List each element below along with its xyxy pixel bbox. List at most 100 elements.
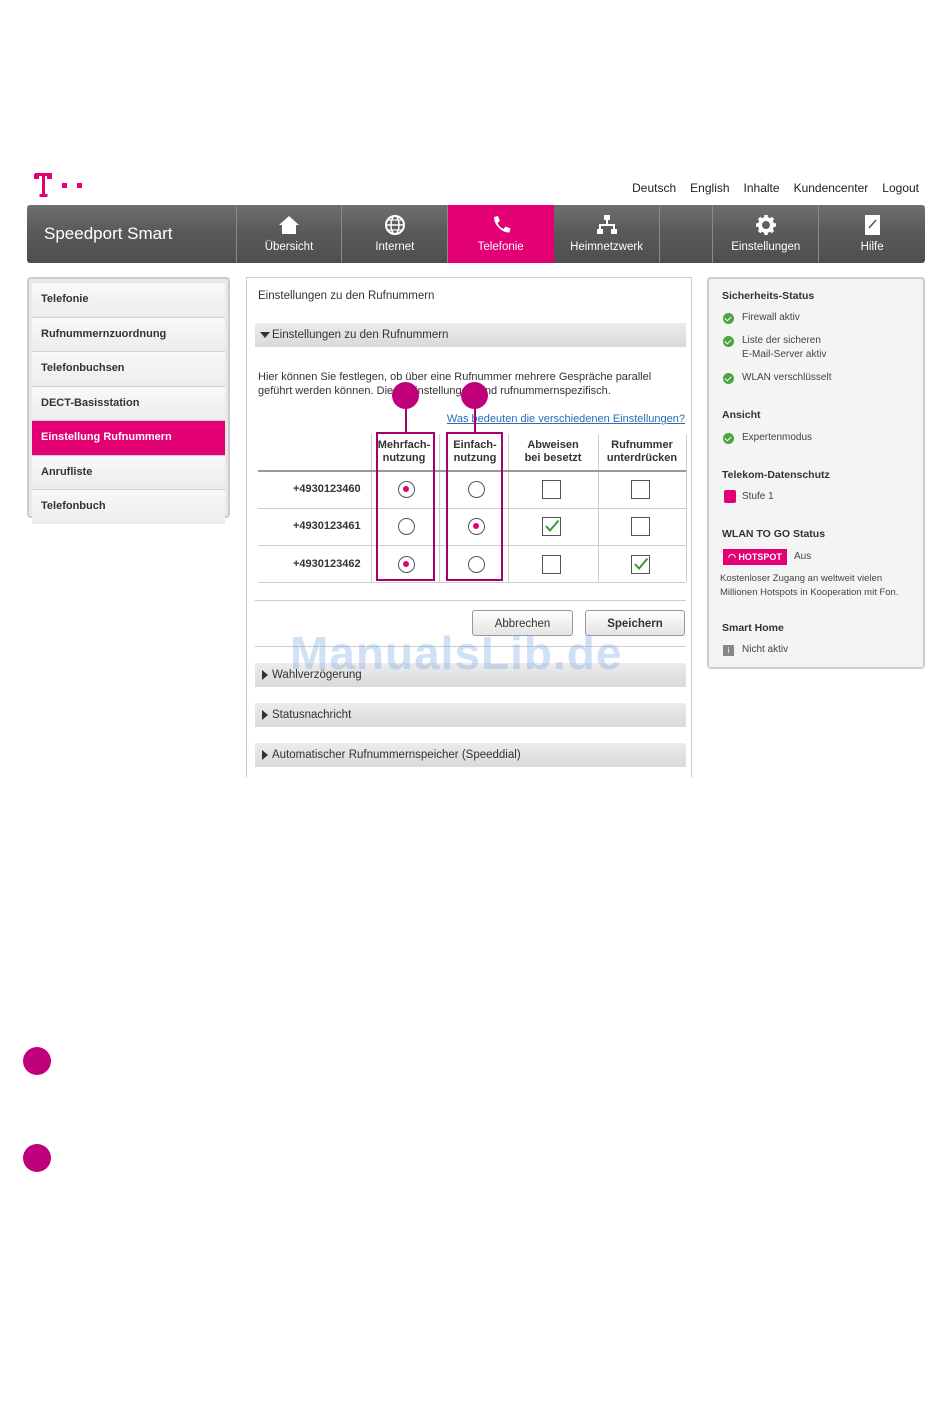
page-title: Einstellungen zu den Rufnummern xyxy=(258,290,435,302)
status-panel: Sicherheits-Status Firewall aktiv Liste … xyxy=(707,277,925,669)
link-logout[interactable]: Logout xyxy=(882,181,919,195)
nav-uebersicht[interactable]: Übersicht xyxy=(237,205,343,263)
sidebar-item-rufnummernzuordnung[interactable]: Rufnummernzuordnung xyxy=(32,317,225,352)
callout-marker-1 xyxy=(392,382,419,409)
col-header-unterdruecken: Rufnummer unterdrücken xyxy=(598,439,686,465)
expert-mode-status: Expertenmodus xyxy=(742,432,813,443)
wlan-status: WLAN verschlüsselt xyxy=(742,372,832,383)
help-book-icon xyxy=(865,215,881,235)
status-line: E-Mail-Server aktiv xyxy=(742,349,827,360)
nav-hilfe[interactable]: Hilfe xyxy=(819,205,925,263)
globe-icon xyxy=(384,215,405,235)
checkbox-unterdruecken-row1[interactable] xyxy=(631,480,650,499)
callout-connector xyxy=(405,406,407,432)
status-line: Liste der sicheren xyxy=(742,335,821,346)
privacy-lock-icon xyxy=(724,490,736,503)
brand-title: Speedport Smart xyxy=(27,205,237,263)
sidebar-item-anrufliste[interactable]: Anrufliste xyxy=(32,455,225,490)
col-header-abweisen: Abweisen bei besetzt xyxy=(508,439,598,465)
section-header-speeddial[interactable]: Automatischer Rufnummernspeicher (Speedd… xyxy=(255,743,686,767)
nav-label: Telefonie xyxy=(477,241,524,253)
main-navigation: Speedport Smart Übersicht Internet Telef… xyxy=(27,205,925,263)
wlan-to-go-heading: WLAN TO GO Status xyxy=(722,528,826,540)
gear-icon xyxy=(755,215,776,235)
callout-marker-2 xyxy=(461,382,488,409)
checkbox-unterdruecken-row2[interactable] xyxy=(631,517,650,536)
divider xyxy=(255,600,686,601)
check-circle-icon xyxy=(723,313,734,324)
link-english[interactable]: English xyxy=(690,181,729,195)
row-number: +4930123461 xyxy=(293,520,361,532)
view-heading: Ansicht xyxy=(722,409,761,421)
hotspot-state: Aus xyxy=(794,551,812,562)
link-kundencenter[interactable]: Kundencenter xyxy=(794,181,869,195)
col-header-line: bei besetzt xyxy=(524,452,582,464)
link-inhalte[interactable]: Inhalte xyxy=(744,181,780,195)
triangle-right-icon xyxy=(262,670,268,680)
check-circle-icon xyxy=(723,433,734,444)
sidebar-item-telefonbuch[interactable]: Telefonbuch xyxy=(32,490,225,524)
privacy-level: Stufe 1 xyxy=(742,491,774,502)
callout-connector xyxy=(474,406,476,432)
nav-label: Hilfe xyxy=(860,241,884,253)
hotspot-desc-line: Kostenloser Zugang an weltweit vielen xyxy=(720,573,883,584)
triangle-down-icon xyxy=(260,332,270,338)
triangle-right-icon xyxy=(262,750,268,760)
network-icon xyxy=(596,215,617,234)
triangle-right-icon xyxy=(262,710,268,720)
section-header-einstellungen[interactable]: Einstellungen zu den Rufnummern xyxy=(255,323,686,347)
highlight-mehrfachnutzung xyxy=(376,432,435,581)
nav-telefonie[interactable]: Telefonie xyxy=(448,205,555,263)
row-number: +4930123462 xyxy=(293,558,361,570)
highlight-einfachnutzung xyxy=(446,432,503,581)
col-header-line: Rufnummer xyxy=(611,439,673,451)
sidebar-item-dect-basisstation[interactable]: DECT-Basisstation xyxy=(32,386,225,421)
checkmark-icon xyxy=(545,519,560,533)
help-link[interactable]: Was bedeuten die verschiedenen Einstellu… xyxy=(447,413,685,425)
nav-label: Heimnetzwerk xyxy=(570,241,643,253)
col-header-line: Abweisen xyxy=(527,439,579,451)
sidebar-item-einstellung-rufnummern[interactable]: Einstellung Rufnummern xyxy=(32,421,225,456)
telekom-logo xyxy=(34,173,82,197)
link-deutsch[interactable]: Deutsch xyxy=(632,181,676,195)
nav-label: Einstellungen xyxy=(731,241,801,253)
nav-label: Übersicht xyxy=(264,241,314,253)
table-row-line xyxy=(258,582,686,583)
phone-icon xyxy=(493,216,511,233)
info-icon: i xyxy=(723,645,734,656)
section-title: Statusnachricht xyxy=(272,709,352,721)
nav-internet[interactable]: Internet xyxy=(342,205,449,263)
legend-marker-1 xyxy=(23,1047,51,1075)
checkmark-icon xyxy=(634,557,649,571)
main-panel: Einstellungen zu den Rufnummern Einstell… xyxy=(246,277,692,777)
hotspot-description: Kostenloser Zugang an weltweit vielen Mi… xyxy=(720,572,898,600)
checkbox-abweisen-row3[interactable] xyxy=(542,555,561,574)
smart-home-status: Nicht aktiv xyxy=(742,644,789,655)
email-server-status: Liste der sicheren E-Mail-Server aktiv xyxy=(742,334,826,362)
privacy-heading: Telekom-Datenschutz xyxy=(722,469,830,481)
sidebar-item-telefonie[interactable]: Telefonie xyxy=(32,283,225,318)
watermark: ManualsLib.de xyxy=(290,627,623,679)
section-header-statusnachricht[interactable]: Statusnachricht xyxy=(255,703,686,727)
hotspot-label: HOTSPOT xyxy=(738,552,782,562)
col-header-line: unterdrücken xyxy=(606,452,678,464)
check-circle-icon xyxy=(723,336,734,347)
nav-heimnetzwerk[interactable]: Heimnetzwerk xyxy=(554,205,660,263)
wifi-icon: ◠ xyxy=(728,552,739,562)
smart-home-heading: Smart Home xyxy=(722,622,784,634)
check-circle-icon xyxy=(723,373,734,384)
checkbox-abweisen-row2[interactable] xyxy=(542,517,561,536)
section-title: Automatischer Rufnummernspeicher (Speedd… xyxy=(272,749,521,761)
hotspot-badge: ◠ HOTSPOT xyxy=(723,549,787,565)
row-number: +4930123460 xyxy=(293,483,361,495)
hotspot-desc-line: Millionen Hotspots in Kooperation mit Fo… xyxy=(720,587,899,598)
top-links: Deutsch English Inhalte Kundencenter Log… xyxy=(632,181,919,195)
firewall-status: Firewall aktiv xyxy=(742,312,800,323)
security-status-heading: Sicherheits-Status xyxy=(722,290,815,302)
nav-einstellungen[interactable]: Einstellungen xyxy=(713,205,820,263)
sidebar-item-telefonbuchsen[interactable]: Telefonbuchsen xyxy=(32,352,225,387)
section-title: Einstellungen zu den Rufnummern xyxy=(272,329,449,341)
checkbox-abweisen-row1[interactable] xyxy=(542,480,561,499)
checkbox-unterdruecken-row3[interactable] xyxy=(631,555,650,574)
home-icon xyxy=(279,216,299,234)
